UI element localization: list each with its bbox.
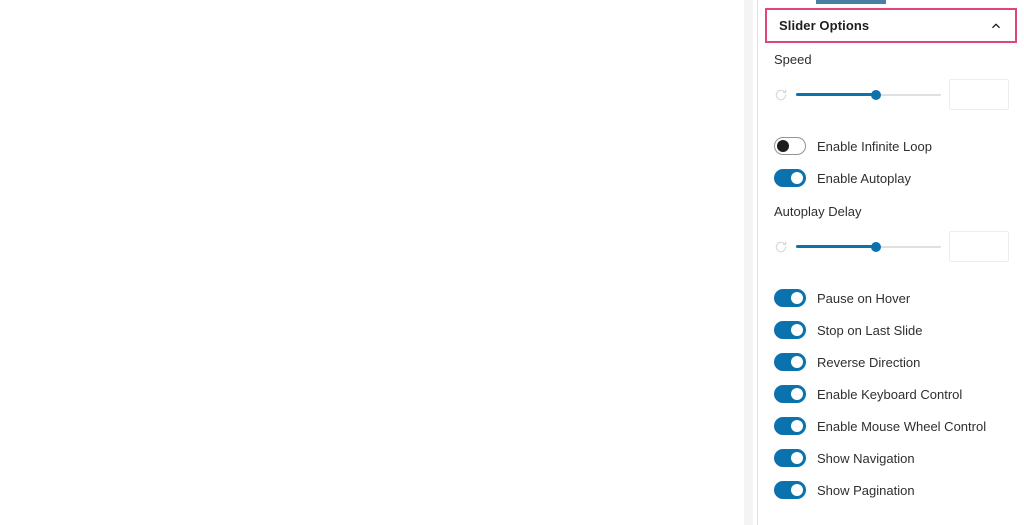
speed-slider-row (774, 79, 1009, 110)
toggle-knob (791, 484, 803, 496)
toggle-show-pagination[interactable] (774, 481, 806, 499)
toggle-label: Pause on Hover (817, 290, 911, 306)
toggle-row-show-pagination[interactable]: Show Pagination (758, 474, 1024, 506)
toggle-row-pause-on-hover[interactable]: Pause on Hover (758, 282, 1024, 314)
toggle-knob (791, 356, 803, 368)
toggle-row-show-navigation[interactable]: Show Navigation (758, 442, 1024, 474)
toggle-label: Show Pagination (817, 482, 915, 498)
toggle-row-reverse-direction[interactable]: Reverse Direction (758, 346, 1024, 378)
editor-screen: Slider Options Speed Enable Infinite Loo… (0, 0, 1024, 525)
reset-circular-arrow-icon[interactable] (774, 240, 788, 254)
toggle-enable-mouse-wheel-control[interactable] (774, 417, 806, 435)
autoplay-delay-field: Autoplay Delay (758, 204, 1024, 262)
toggle-label: Stop on Last Slide (817, 322, 923, 338)
toggle-knob (791, 452, 803, 464)
autoplay-delay-slider-fill (796, 244, 876, 248)
speed-number-input[interactable] (949, 79, 1009, 110)
toggle-label: Enable Autoplay (817, 170, 911, 186)
autoplay-delay-slider-thumb[interactable] (870, 241, 881, 252)
toggle-enable-infinite-loop[interactable] (774, 137, 806, 155)
toggle-pause-on-hover[interactable] (774, 289, 806, 307)
chevron-up-icon[interactable] (989, 19, 1003, 33)
settings-sidebar: Slider Options Speed Enable Infinite Loo… (757, 0, 1024, 525)
autoplay-delay-number-input[interactable] (949, 231, 1009, 262)
toggle-row-enable-autoplay[interactable]: Enable Autoplay (758, 162, 1024, 194)
toggle-row-enable-keyboard-control[interactable]: Enable Keyboard Control (758, 378, 1024, 410)
toggle-knob (791, 292, 803, 304)
toggle-knob (791, 324, 803, 336)
editor-canvas[interactable] (0, 0, 740, 525)
speed-label: Speed (774, 52, 812, 67)
slider-options-panel-body: Speed Enable Infinite Loop Enable Autopl… (758, 52, 1024, 506)
toggle-show-navigation[interactable] (774, 449, 806, 467)
speed-field: Speed (758, 52, 1024, 110)
toggle-label: Show Navigation (817, 450, 915, 466)
toggle-reverse-direction[interactable] (774, 353, 806, 371)
toggle-row-enable-infinite-loop[interactable]: Enable Infinite Loop (758, 130, 1024, 162)
toggle-label: Reverse Direction (817, 354, 921, 370)
toggle-row-enable-mouse-wheel-control[interactable]: Enable Mouse Wheel Control (758, 410, 1024, 442)
toggle-knob (791, 172, 803, 184)
toggle-enable-autoplay[interactable] (774, 169, 806, 187)
speed-slider[interactable] (796, 87, 941, 103)
active-tab-indicator (816, 0, 886, 4)
toggle-row-stop-on-last-slide[interactable]: Stop on Last Slide (758, 314, 1024, 346)
toggle-label: Enable Infinite Loop (817, 138, 932, 154)
toggle-label: Enable Keyboard Control (817, 386, 963, 402)
toggle-label: Enable Mouse Wheel Control (817, 418, 987, 434)
toggle-knob (777, 140, 789, 152)
toggle-knob (791, 420, 803, 432)
toggle-knob (791, 388, 803, 400)
toggle-enable-keyboard-control[interactable] (774, 385, 806, 403)
panel-title: Slider Options (779, 18, 870, 33)
slider-options-panel-header[interactable]: Slider Options (765, 8, 1017, 43)
speed-slider-thumb[interactable] (870, 89, 881, 100)
reset-circular-arrow-icon[interactable] (774, 88, 788, 102)
vertical-scrollbar-track[interactable] (744, 0, 753, 525)
speed-slider-fill (796, 92, 876, 96)
toggle-stop-on-last-slide[interactable] (774, 321, 806, 339)
autoplay-delay-slider-row (774, 231, 1009, 262)
autoplay-delay-slider[interactable] (796, 239, 941, 255)
autoplay-delay-label: Autoplay Delay (774, 204, 862, 219)
